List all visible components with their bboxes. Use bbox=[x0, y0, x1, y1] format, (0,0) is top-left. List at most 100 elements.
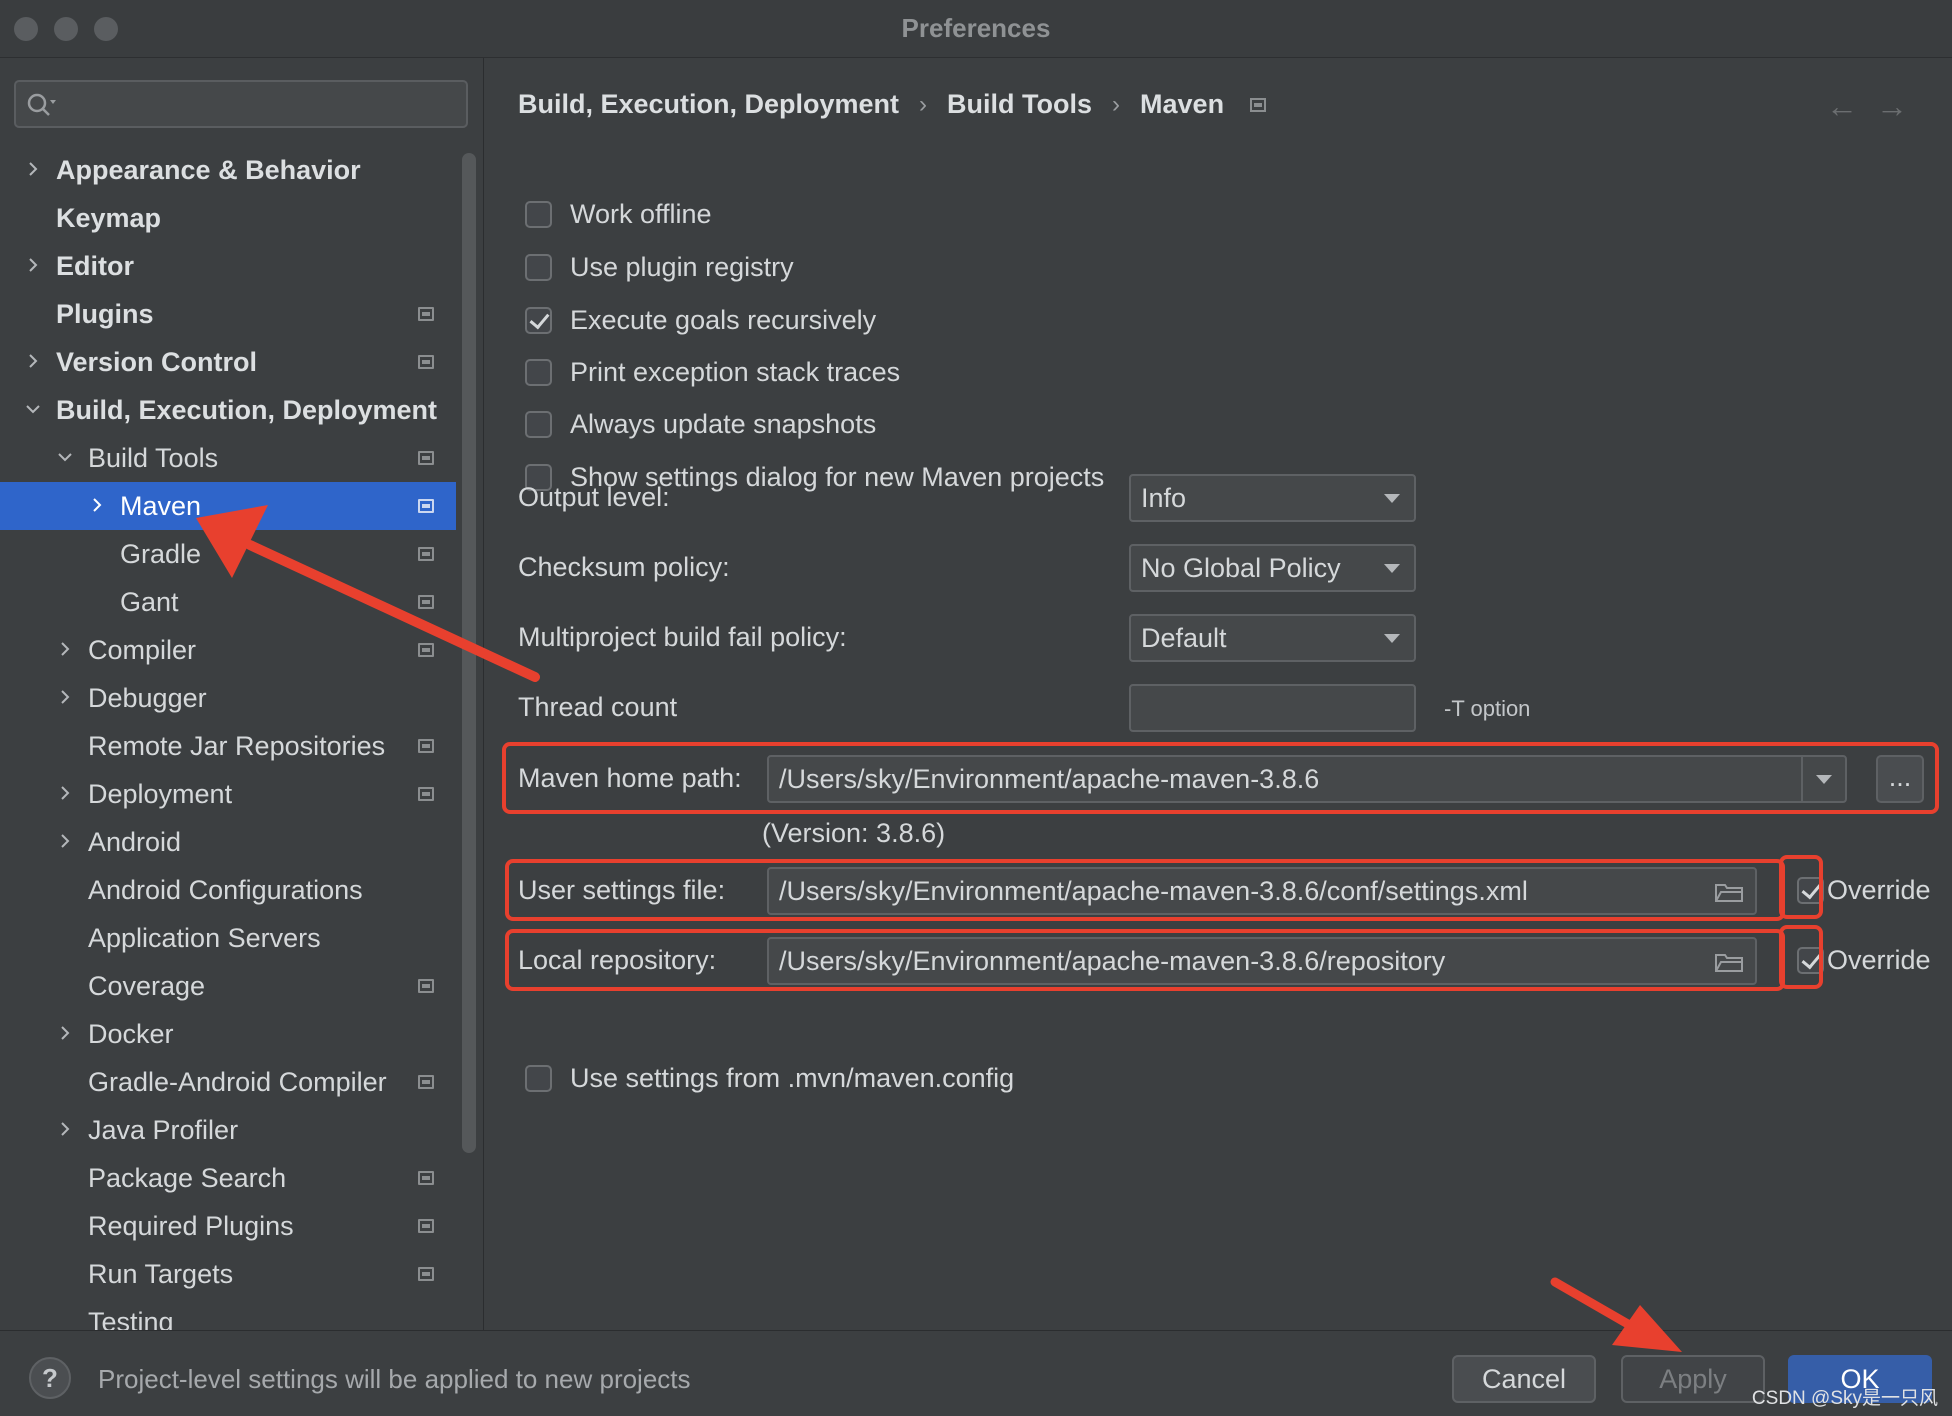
sidebar-item-label: Compiler bbox=[88, 635, 197, 665]
sidebar-item-build-tools[interactable]: Build Tools bbox=[0, 434, 456, 482]
output-level-select[interactable]: Info bbox=[1129, 474, 1416, 522]
chevron-down-icon[interactable] bbox=[25, 401, 41, 417]
thread-count-label: Thread count bbox=[518, 692, 678, 722]
sidebar-item-build-execution-deployment[interactable]: Build, Execution, Deployment bbox=[0, 386, 456, 434]
sidebar-item-android[interactable]: Android bbox=[0, 818, 456, 866]
chevron-right-icon[interactable] bbox=[25, 161, 41, 177]
user-settings-override-toggle[interactable] bbox=[1790, 871, 1830, 911]
sidebar-item-remote-jar-repositories[interactable]: Remote Jar Repositories bbox=[0, 722, 456, 770]
sidebar-item-label: Plugins bbox=[56, 299, 154, 329]
watermark: CSDN @Sky是一只风 bbox=[1751, 1388, 1938, 1409]
help-button[interactable]: ? bbox=[29, 1357, 71, 1399]
project-scope-icon bbox=[418, 1267, 434, 1281]
sidebar-item-docker[interactable]: Docker bbox=[0, 1010, 456, 1058]
local-repository-input[interactable]: /Users/sky/Environment/apache-maven-3.8.… bbox=[767, 937, 1757, 985]
option-label: Execute goals recursively bbox=[570, 305, 877, 335]
sidebar-item-gradle-android-compiler[interactable]: Gradle-Android Compiler bbox=[0, 1058, 456, 1106]
sidebar-item-deployment[interactable]: Deployment bbox=[0, 770, 456, 818]
local-repo-override-checkbox[interactable] bbox=[1797, 947, 1824, 974]
sidebar-item-label: Build, Execution, Deployment bbox=[56, 395, 438, 425]
project-scope-icon bbox=[418, 1171, 434, 1185]
chevron-right-icon[interactable] bbox=[89, 497, 105, 513]
chevron-right-icon[interactable] bbox=[25, 353, 41, 369]
sidebar-item-android-configurations[interactable]: Android Configurations bbox=[0, 866, 456, 914]
sidebar-item-compiler[interactable]: Compiler bbox=[0, 626, 456, 674]
sidebar-item-label: Testing bbox=[88, 1307, 174, 1330]
dialog-footer: ? Project-level settings will be applied… bbox=[0, 1330, 1952, 1416]
maven-home-browse-button[interactable]: ... bbox=[1876, 755, 1924, 803]
chevron-right-icon[interactable] bbox=[25, 257, 41, 273]
sidebar-item-required-plugins[interactable]: Required Plugins bbox=[0, 1202, 456, 1250]
always-update-snapshots-checkbox[interactable] bbox=[525, 411, 552, 438]
folder-icon[interactable] bbox=[1715, 952, 1743, 972]
sidebar-item-label: Version Control bbox=[56, 347, 258, 377]
user-settings-override-checkbox[interactable] bbox=[1797, 877, 1824, 904]
sidebar-item-package-search[interactable]: Package Search bbox=[0, 1154, 456, 1202]
history-navigation: ←→ bbox=[1826, 88, 1926, 125]
sidebar-item-label: Java Profiler bbox=[88, 1115, 239, 1145]
status-message: Project-level settings will be applied t… bbox=[98, 1364, 691, 1394]
thread-count-input[interactable] bbox=[1129, 684, 1416, 732]
chevron-right-icon[interactable] bbox=[57, 1025, 73, 1041]
apply-button[interactable]: Apply bbox=[1621, 1355, 1765, 1403]
sidebar-scrollbar[interactable] bbox=[462, 153, 476, 1153]
breadcrumb-item[interactable]: Build Tools bbox=[947, 89, 1092, 120]
sidebar-item-java-profiler[interactable]: Java Profiler bbox=[0, 1106, 456, 1154]
option-label: Print exception stack traces bbox=[570, 357, 901, 387]
use-mvn-config-checkbox[interactable] bbox=[525, 1065, 552, 1092]
breadcrumb: Build, Execution, Deployment › Build Tools… bbox=[518, 88, 1267, 120]
back-arrow-icon[interactable]: ← bbox=[1826, 88, 1876, 124]
cancel-button[interactable]: Cancel bbox=[1452, 1355, 1596, 1403]
chevron-right-icon[interactable] bbox=[57, 1121, 73, 1137]
forward-arrow-icon[interactable]: → bbox=[1876, 88, 1926, 124]
sidebar-item-gradle[interactable]: Gradle bbox=[0, 530, 456, 578]
settings-tree: Appearance & Behavior Keymap Editor Plug… bbox=[0, 146, 456, 1330]
local-repo-override-toggle[interactable] bbox=[1790, 941, 1830, 981]
maven-version-text: (Version: 3.8.6) bbox=[762, 818, 946, 848]
local-repository-value: /Users/sky/Environment/apache-maven-3.8.… bbox=[779, 946, 1446, 976]
multiproject-policy-select[interactable]: Default bbox=[1129, 614, 1416, 662]
work-offline-checkbox[interactable] bbox=[525, 201, 552, 228]
sidebar-item-gant[interactable]: Gant bbox=[0, 578, 456, 626]
project-scope-icon bbox=[418, 451, 434, 465]
output-level-value: Info bbox=[1141, 483, 1187, 513]
sidebar-item-appearance-behavior[interactable]: Appearance & Behavior bbox=[0, 146, 456, 194]
sidebar-item-maven[interactable]: Maven bbox=[0, 482, 456, 530]
sidebar-item-label: Build Tools bbox=[88, 443, 219, 473]
project-scope-icon bbox=[418, 499, 434, 513]
maven-home-path-combobox[interactable]: /Users/sky/Environment/apache-maven-3.8.… bbox=[767, 755, 1847, 803]
print-exception-stack-traces-checkbox[interactable] bbox=[525, 359, 552, 386]
chevron-right-icon[interactable] bbox=[57, 689, 73, 705]
use-plugin-registry-checkbox[interactable] bbox=[525, 254, 552, 281]
project-scope-icon bbox=[418, 307, 434, 321]
sidebar-item-application-servers[interactable]: Application Servers bbox=[0, 914, 456, 962]
execute-goals-recursively-checkbox[interactable] bbox=[525, 307, 552, 334]
checksum-policy-select[interactable]: No Global Policy bbox=[1129, 544, 1416, 592]
user-settings-override-label: Override bbox=[1827, 875, 1931, 905]
user-settings-file-input[interactable]: /Users/sky/Environment/apache-maven-3.8.… bbox=[767, 867, 1757, 915]
sidebar-item-editor[interactable]: Editor bbox=[0, 242, 456, 290]
folder-icon[interactable] bbox=[1715, 882, 1743, 902]
option-label: Work offline bbox=[570, 199, 712, 229]
chevron-right-icon[interactable] bbox=[57, 641, 73, 657]
breadcrumb-item[interactable]: Build, Execution, Deployment bbox=[518, 89, 899, 120]
sidebar-item-label: Package Search bbox=[88, 1163, 287, 1193]
sidebar-item-plugins[interactable]: Plugins bbox=[0, 290, 456, 338]
maven-home-dropdown-button[interactable] bbox=[1801, 757, 1845, 801]
sidebar-item-coverage[interactable]: Coverage bbox=[0, 962, 456, 1010]
sidebar-item-label: Run Targets bbox=[88, 1259, 234, 1289]
maven-settings-panel: Build, Execution, Deployment › Build Tools… bbox=[485, 58, 1952, 1330]
sidebar-item-testing[interactable]: Testing bbox=[0, 1298, 456, 1330]
chevron-right-icon[interactable] bbox=[57, 785, 73, 801]
settings-search-input[interactable] bbox=[14, 80, 468, 128]
sidebar-item-keymap[interactable]: Keymap bbox=[0, 194, 456, 242]
sidebar-item-debugger[interactable]: Debugger bbox=[0, 674, 456, 722]
chevron-down-icon[interactable] bbox=[57, 449, 73, 465]
sidebar-item-version-control[interactable]: Version Control bbox=[0, 338, 456, 386]
title-bar: Preferences bbox=[0, 0, 1952, 58]
thread-count-hint: -T option bbox=[1444, 696, 1531, 721]
local-repo-override-label: Override bbox=[1827, 945, 1931, 975]
chevron-right-icon[interactable] bbox=[57, 833, 73, 849]
project-scope-icon bbox=[418, 979, 434, 993]
sidebar-item-run-targets[interactable]: Run Targets bbox=[0, 1250, 456, 1298]
